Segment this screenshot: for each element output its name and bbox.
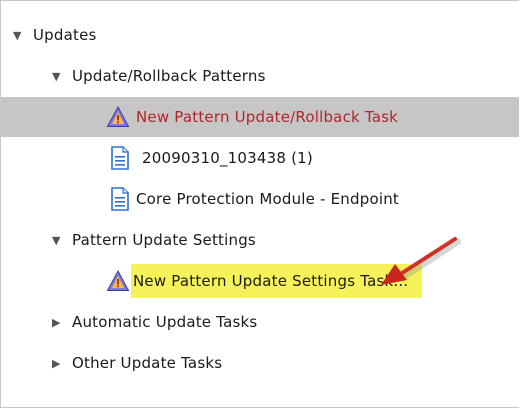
tree-node-updates[interactable]: ▼ Updates [1, 15, 519, 55]
tree-node-other-update-tasks[interactable]: ▶ Other Update Tasks [1, 343, 519, 383]
tree-node-label: 20090310_103438 (1) [142, 149, 313, 167]
tree-node-label: Core Protection Module - Endpoint [136, 190, 399, 208]
expand-triangle-icon[interactable]: ▼ [52, 70, 64, 83]
collapse-triangle-icon[interactable]: ▶ [52, 316, 64, 329]
navigation-tree: ▼ Updates ▼ Update/Rollback Patterns New… [0, 0, 519, 408]
document-icon [110, 187, 130, 211]
document-icon [110, 146, 130, 170]
expand-triangle-icon[interactable]: ▼ [13, 29, 25, 42]
tree-node-automatic-update-tasks[interactable]: ▶ Automatic Update Tasks [1, 302, 519, 342]
expand-triangle-icon[interactable]: ▼ [52, 234, 64, 247]
tree-node-new-pattern-settings-task[interactable]: New Pattern Update Settings Task... [1, 261, 519, 301]
tree-node-pattern-update-settings[interactable]: ▼ Pattern Update Settings [1, 220, 519, 260]
tree-node-core-protection-module[interactable]: Core Protection Module - Endpoint [1, 179, 519, 219]
tree-node-update-rollback-patterns[interactable]: ▼ Update/Rollback Patterns [1, 56, 519, 96]
collapse-triangle-icon[interactable]: ▶ [52, 357, 64, 370]
tree-node-label: New Pattern Update Settings Task... [131, 264, 423, 298]
tree-node-pattern-20090310[interactable]: 20090310_103438 (1) [1, 138, 519, 178]
tree-node-new-pattern-rollback-task[interactable]: New Pattern Update/Rollback Task [1, 97, 519, 137]
tree-node-label: Update/Rollback Patterns [72, 67, 266, 85]
tree-node-label: Pattern Update Settings [72, 231, 256, 249]
tree-node-label: Other Update Tasks [72, 354, 223, 372]
warning-task-icon [106, 269, 130, 293]
warning-task-icon [106, 105, 130, 129]
tree-node-label: Automatic Update Tasks [72, 313, 258, 331]
tree-node-label: New Pattern Update/Rollback Task [136, 108, 399, 126]
tree-node-label: Updates [33, 26, 97, 44]
